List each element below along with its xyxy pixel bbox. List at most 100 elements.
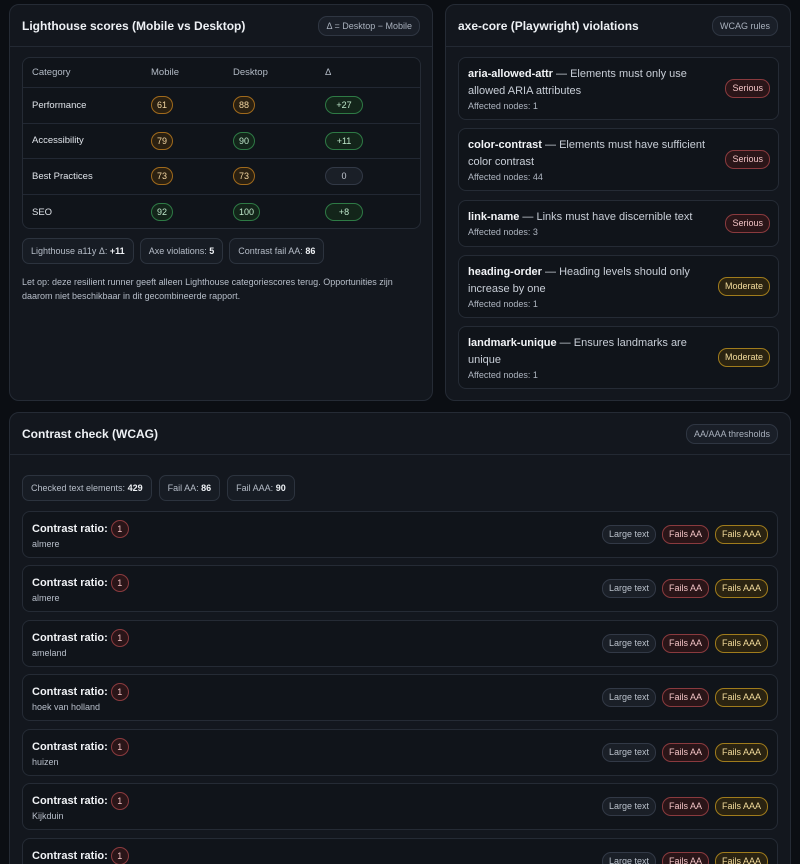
large-text-tag: Large text	[601, 743, 656, 762]
violation-nodes: Affected nodes: 1	[468, 101, 538, 111]
violation-item: landmark-unique — Ensures landmarks are …	[458, 326, 779, 389]
violation-title: landmark-unique — Ensures landmarks are …	[468, 337, 687, 366]
violation-item: color-contrast — Elements must have suff…	[458, 128, 779, 191]
contrast-row: Contrast ratio: 1 huizen Large text Fails …	[22, 729, 778, 776]
contrast-ratio-value: 1	[110, 629, 129, 647]
large-text-tag: Large text	[601, 852, 656, 864]
axe-violations-chip: Axe violations: 5	[139, 238, 224, 264]
contrast-element-text: hoek van holland	[32, 702, 101, 712]
mobile-score: 61	[151, 96, 174, 115]
desktop-score: 90	[233, 131, 256, 150]
contrast-row: Contrast ratio: 1 almere Large text Fails …	[22, 565, 778, 612]
fails-aaa-tag: Fails AAA	[714, 797, 768, 816]
lighthouse-scores-table: Category Mobile Desktop Δ Performance 61…	[22, 57, 421, 229]
checked-elements-chip: Checked text elements: 429	[22, 475, 152, 501]
contrast-card: Contrast check (WCAG) AA/AAA thresholds …	[9, 412, 791, 864]
fails-aaa-tag: Fails AAA	[714, 525, 768, 544]
desktop-score: 88	[233, 96, 256, 115]
severity-badge: Serious	[725, 150, 770, 169]
axe-card: axe-core (Playwright) violations WCAG ru…	[445, 4, 791, 401]
contrast-ratio-label: Contrast ratio: 1	[32, 847, 129, 864]
fails-aa-tag: Fails AA	[661, 852, 709, 864]
fails-aa-tag: Fails AA	[661, 688, 709, 707]
desktop-score: 100	[233, 203, 261, 222]
contrast-ratio-value: 1	[110, 520, 129, 538]
contrast-row: Contrast ratio: 1 hoek van holland Large …	[22, 674, 778, 721]
fails-aa-tag: Fails AA	[661, 579, 709, 598]
contrast-stats: Checked text elements: 429 Fail AA: 86 F…	[22, 475, 295, 501]
desktop-score: 73	[233, 167, 256, 186]
violation-nodes: Affected nodes: 1	[468, 370, 538, 380]
contrast-ratio-label: Contrast ratio: 1	[32, 683, 129, 701]
table-header-row: Category Mobile Desktop Δ	[23, 58, 420, 88]
contrast-ratio-label: Contrast ratio: 1	[32, 629, 129, 647]
category-name: Best Practices	[32, 170, 93, 182]
contrast-element-text: almere	[32, 593, 60, 603]
contrast-title: Contrast check (WCAG)	[22, 426, 159, 441]
a11y-delta-chip: Lighthouse a11y Δ: +11	[22, 238, 134, 264]
violation-item: heading-order — Heading levels should on…	[458, 255, 779, 318]
runner-note: Let op: deze resilient runner geeft alle…	[22, 277, 393, 301]
contrast-row: Contrast ratio: 1 ameland Large text Fails…	[22, 620, 778, 667]
mobile-score: 92	[151, 203, 174, 222]
axe-title: axe-core (Playwright) violations	[458, 18, 639, 33]
contrast-ratio-label: Contrast ratio: 1	[32, 520, 129, 538]
contrast-element-text: almere	[32, 539, 60, 549]
violation-title: color-contrast — Elements must have suff…	[468, 139, 706, 168]
violation-title: aria-allowed-attr — Elements must only u…	[468, 68, 687, 97]
lighthouse-summary-chips: Lighthouse a11y Δ: +11 Axe violations: 5…	[22, 238, 325, 264]
delta-score: +11	[325, 131, 363, 150]
fail-aaa-chip: Fail AAA: 90	[227, 475, 295, 501]
category-name: Performance	[32, 99, 87, 111]
wcag-rules-badge: WCAG rules	[711, 15, 778, 36]
fails-aa-tag: Fails AA	[661, 525, 709, 544]
fail-aa-chip: Fail AA: 86	[158, 475, 221, 501]
severity-badge: Serious	[725, 79, 770, 98]
violation-nodes: Affected nodes: 44	[468, 172, 543, 182]
contrast-row: Contrast ratio: 1 Large text Fails AA Fails…	[22, 838, 778, 864]
large-text-tag: Large text	[601, 797, 656, 816]
table-row: Accessibility 79 90 +11	[23, 124, 420, 159]
violation-item: aria-allowed-attr — Elements must only u…	[458, 57, 779, 120]
mobile-score: 79	[151, 131, 174, 150]
delta-legend-badge: Δ = Desktop − Mobile	[318, 15, 420, 36]
lighthouse-card: Lighthouse scores (Mobile vs Desktop) Δ …	[9, 4, 433, 401]
contrast-ratio-value: 1	[110, 847, 129, 864]
delta-score: +8	[325, 203, 363, 222]
col-header-desktop: Desktop	[233, 67, 268, 78]
contrast-ratio-label: Contrast ratio: 1	[32, 574, 129, 592]
contrast-header: Contrast check (WCAG) AA/AAA thresholds	[10, 413, 790, 455]
table-row: SEO 92 100 +8	[23, 195, 420, 229]
large-text-tag: Large text	[601, 579, 656, 598]
contrast-ratio-value: 1	[110, 683, 129, 701]
mobile-score: 73	[151, 167, 174, 186]
severity-badge: Moderate	[717, 348, 770, 367]
large-text-tag: Large text	[601, 688, 656, 707]
axe-header: axe-core (Playwright) violations WCAG ru…	[446, 5, 790, 47]
large-text-tag: Large text	[601, 634, 656, 653]
violation-item: link-name — Links must have discernible …	[458, 200, 779, 247]
table-row: Best Practices 73 73 0	[23, 159, 420, 195]
fails-aaa-tag: Fails AAA	[714, 852, 768, 864]
contrast-ratio-value: 1	[110, 574, 129, 592]
violation-nodes: Affected nodes: 1	[468, 299, 538, 309]
severity-badge: Moderate	[717, 277, 770, 296]
fails-aaa-tag: Fails AAA	[714, 579, 768, 598]
lighthouse-header: Lighthouse scores (Mobile vs Desktop) Δ …	[10, 5, 432, 47]
severity-badge: Serious	[725, 214, 770, 233]
contrast-row: Contrast ratio: 1 Kijkduin Large text Fail…	[22, 783, 778, 830]
contrast-element-text: Kijkduin	[32, 811, 64, 821]
table-row: Performance 61 88 +27	[23, 88, 420, 124]
col-header-mobile: Mobile	[151, 67, 179, 78]
violation-title: heading-order — Heading levels should on…	[468, 266, 690, 295]
fails-aaa-tag: Fails AAA	[714, 634, 768, 653]
contrast-ratio-value: 1	[110, 792, 129, 810]
contrast-element-text: ameland	[32, 648, 67, 658]
violation-title: link-name — Links must have discernible …	[468, 211, 693, 223]
fails-aa-tag: Fails AA	[661, 634, 709, 653]
col-header-category: Category	[32, 67, 71, 78]
fails-aa-tag: Fails AA	[661, 743, 709, 762]
fails-aaa-tag: Fails AAA	[714, 688, 768, 707]
delta-score: 0	[325, 167, 363, 186]
contrast-ratio-label: Contrast ratio: 1	[32, 792, 129, 810]
